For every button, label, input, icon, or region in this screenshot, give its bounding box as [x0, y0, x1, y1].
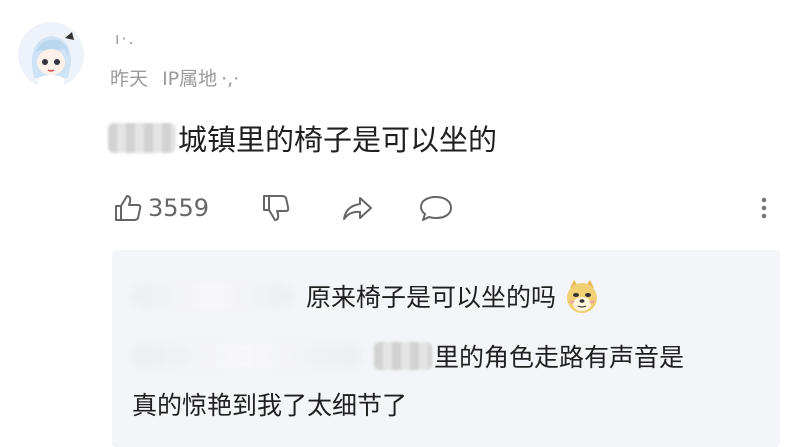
reply-section[interactable]: 原来椅子是可以坐的吗 里的角色走路有声音是 真的惊艳到我了太细节了 [112, 250, 780, 447]
reply-text: 真的惊艳到我了太细节了 [132, 391, 408, 420]
share-button[interactable] [340, 188, 374, 228]
like-count: 3559 [148, 194, 210, 222]
ip-label: IP属地 [162, 68, 218, 90]
comment-text: 城镇里的椅子是可以坐的 [108, 117, 497, 159]
comment-actions: 3559 [112, 188, 792, 228]
speech-bubble-icon [420, 196, 452, 221]
redacted-username [132, 284, 292, 308]
thumbs-up-icon [115, 195, 142, 221]
dislike-button[interactable] [260, 188, 292, 228]
redacted-block [108, 123, 176, 153]
redacted-block [374, 342, 432, 370]
comment-meta: 昨天 IP属地 ·,· [110, 64, 239, 91]
reply-button[interactable] [418, 188, 454, 228]
more-options-button[interactable] [756, 188, 772, 228]
more-vertical-icon [761, 197, 767, 219]
redacted-username [132, 344, 362, 368]
reply-item: 里的角色走路有声音是 [132, 338, 684, 374]
reply-text: 原来椅子是可以坐的吗 [306, 283, 557, 312]
comment-card: ı·. 昨天 IP属地 ·,· 城镇里的椅子是可以坐的 3559 原来椅子是可以… [0, 0, 810, 447]
comment-body: 城镇里的椅子是可以坐的 [178, 123, 498, 157]
like-button[interactable]: 3559 [112, 188, 209, 228]
ip-location: ·,· [221, 68, 240, 90]
doge-emoji-icon [567, 280, 598, 313]
reply-item-continued: 真的惊艳到我了太细节了 [132, 386, 407, 422]
comment-date: 昨天 [110, 68, 149, 90]
avatar[interactable] [18, 22, 84, 88]
anime-avatar-icon [18, 22, 84, 88]
share-arrow-icon [343, 197, 372, 220]
username[interactable]: ı·. [115, 29, 136, 48]
thumbs-down-icon [263, 195, 290, 221]
reply-text: 里的角色走路有声音是 [434, 343, 685, 372]
reply-item: 原来椅子是可以坐的吗 [132, 278, 600, 314]
